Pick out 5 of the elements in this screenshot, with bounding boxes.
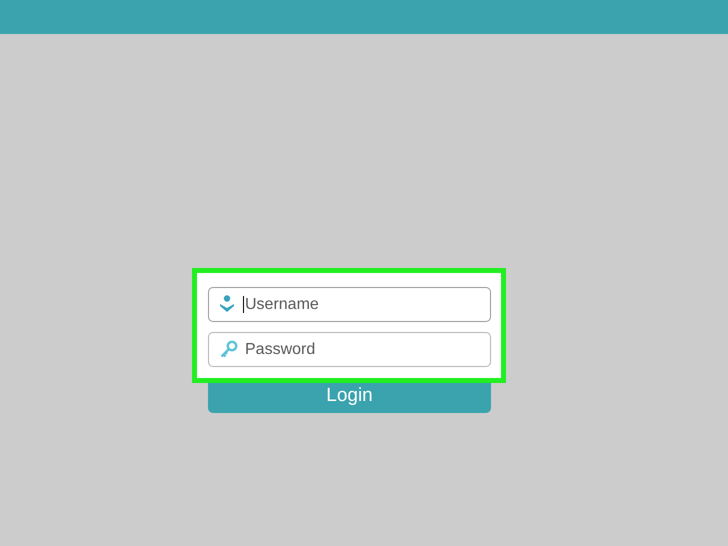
text-field[interactable]: Password [208, 332, 491, 367]
text-field[interactable]: Username [208, 287, 491, 322]
login-button[interactable]: Login [208, 383, 491, 413]
key-icon [220, 340, 238, 358]
person-icon [220, 295, 234, 313]
